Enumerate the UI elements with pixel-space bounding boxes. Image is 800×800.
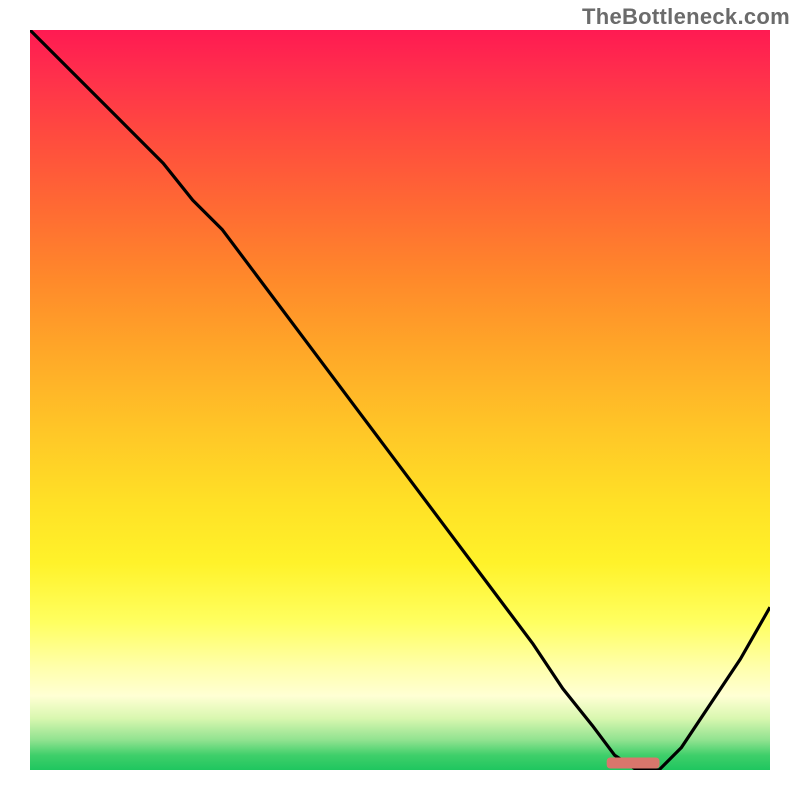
chart-canvas: TheBottleneck.com [0, 0, 800, 800]
attribution-text: TheBottleneck.com [582, 4, 790, 30]
plot-area [30, 30, 770, 770]
chart-overlay [30, 30, 770, 770]
bottleneck-curve [30, 30, 770, 770]
optimum-marker [607, 758, 659, 768]
